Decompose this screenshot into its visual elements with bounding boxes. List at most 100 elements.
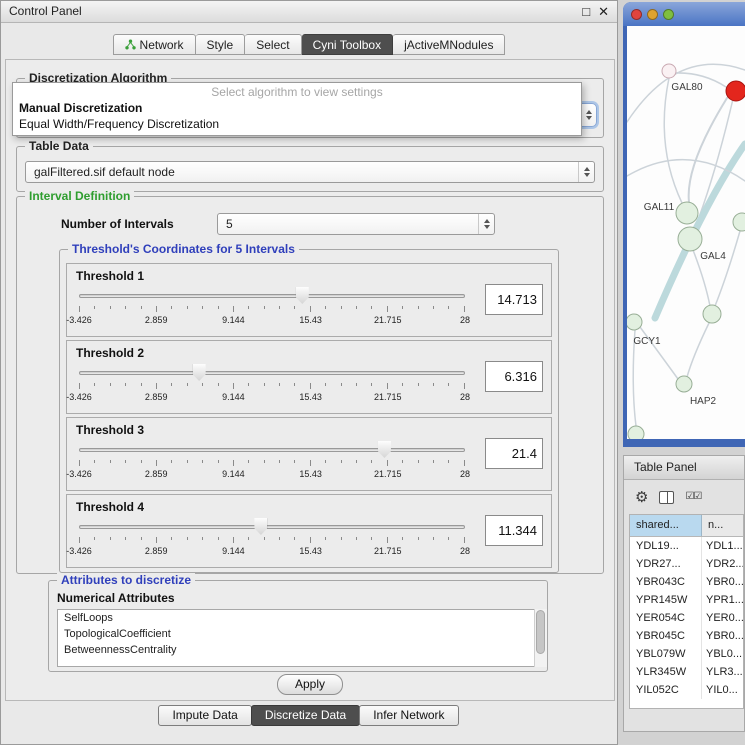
network-node[interactable] (678, 227, 702, 251)
tick-mark (294, 537, 295, 540)
table-row[interactable]: YDL19...YDL1... (630, 537, 743, 555)
tab-network[interactable]: Network (113, 34, 196, 55)
tab-style[interactable]: Style (196, 34, 246, 55)
apply-button[interactable]: Apply (277, 674, 343, 695)
network-node[interactable] (628, 426, 644, 439)
tick-mark (279, 537, 280, 540)
table-data-combobox-value: galFiltered.sif default node (34, 165, 175, 179)
tick-mark (341, 537, 342, 540)
slider-track[interactable] (79, 294, 465, 298)
tick-mark (187, 537, 188, 540)
table-row[interactable]: YIL052CYIL0... (630, 681, 743, 699)
network-node[interactable] (726, 81, 745, 101)
gear-icon[interactable]: ⚙ (635, 490, 648, 505)
tick-mark (310, 460, 311, 466)
tick-mark (141, 383, 142, 386)
tick-mark (310, 537, 311, 543)
attribute-item[interactable]: SelfLoops (58, 610, 538, 626)
tab-jactivemnodules[interactable]: jActiveMNodules (393, 34, 505, 55)
table-row[interactable]: YLR345WYLR3... (630, 663, 743, 681)
bottom-tab-infer-network[interactable]: Infer Network (359, 705, 458, 726)
float-window-button[interactable]: □ (582, 5, 590, 19)
table-row[interactable]: YER054CYER0... (630, 609, 743, 627)
threshold-value-field[interactable]: 14.713 (485, 284, 543, 315)
network-edge (715, 231, 740, 306)
tick-mark (110, 306, 111, 309)
table-cell: YIL052C (630, 681, 702, 699)
minimize-button[interactable] (647, 9, 658, 20)
slider-thumb[interactable] (254, 518, 267, 535)
attribute-list-scrollbar[interactable] (534, 609, 547, 667)
table-row[interactable]: YBL079WYBL0... (630, 645, 743, 663)
threshold-value-field[interactable]: 11.344 (485, 515, 543, 546)
table-data-combobox[interactable]: galFiltered.sif default node (25, 161, 595, 183)
attributes-group: Attributes to discretize Numerical Attri… (48, 580, 548, 672)
tick-mark (371, 460, 372, 463)
tick-mark (156, 383, 157, 389)
tick-mark (218, 306, 219, 309)
slider-tick-labels: -3.4262.8599.14415.4321.71528 (79, 546, 465, 558)
close-button[interactable] (631, 9, 642, 20)
table-cell: YLR3... (702, 663, 743, 681)
threshold-value-field[interactable]: 21.4 (485, 438, 543, 469)
number-of-intervals-label: Number of Intervals (61, 217, 174, 231)
table-row[interactable]: YDR27...YDR2... (630, 555, 743, 573)
tick-mark (79, 537, 80, 543)
attribute-list: SelfLoopsTopologicalCoefficientBetweenne… (57, 609, 539, 667)
tick-mark (279, 306, 280, 309)
zoom-button[interactable] (663, 9, 674, 20)
threshold-label: Threshold 4 (76, 500, 144, 514)
slider-track[interactable] (79, 448, 465, 452)
network-node[interactable] (703, 305, 721, 323)
threshold-panel: Threshold 3-3.4262.8599.14415.4321.71528… (66, 417, 552, 491)
select-columns-icon[interactable]: ☑☑ (685, 492, 701, 502)
network-node[interactable] (662, 64, 676, 78)
tick-mark (433, 306, 434, 309)
slider-ticks (79, 383, 465, 389)
slider-thumb[interactable] (296, 287, 309, 304)
table-row[interactable]: YPR145WYPR1... (630, 591, 743, 609)
network-node[interactable] (733, 213, 745, 231)
table-row[interactable]: YBR045CYBR0... (630, 627, 743, 645)
network-node[interactable] (627, 314, 642, 330)
tick-mark (325, 460, 326, 463)
slider-track[interactable] (79, 371, 465, 375)
number-of-intervals-combobox[interactable]: 5 (217, 213, 495, 235)
close-window-button[interactable]: ✕ (598, 5, 609, 19)
thresholds-container: Threshold 1-3.4262.8599.14415.4321.71528… (60, 263, 558, 571)
bottom-tab-discretize-data[interactable]: Discretize Data (251, 705, 360, 726)
table-data-group: Table Data galFiltered.sif default node (16, 146, 604, 192)
table-cell: YDL19... (630, 537, 702, 555)
tick-mark (356, 306, 357, 309)
tab-cyni-toolbox[interactable]: Cyni Toolbox (302, 34, 393, 55)
slider-thumb[interactable] (193, 364, 206, 381)
group-legend: Threshold's Coordinates for 5 Intervals (68, 242, 299, 257)
tick-mark (156, 537, 157, 543)
table-rows: YDL19...YDL1...YDR27...YDR2...YBR043CYBR… (630, 537, 743, 699)
column-header-shared-name[interactable]: shared... (630, 515, 702, 536)
network-node[interactable] (676, 376, 692, 392)
tick-mark (248, 383, 249, 386)
dropdown-option-equal-width-frequency[interactable]: Equal Width/Frequency Discretization (13, 115, 581, 131)
bottom-tab-impute-data[interactable]: Impute Data (158, 705, 251, 726)
slider-ticks (79, 306, 465, 312)
table-row[interactable]: YBR043CYBR0... (630, 573, 743, 591)
column-header-name[interactable]: n... (702, 515, 743, 536)
threshold-value-field[interactable]: 6.316 (485, 361, 543, 392)
scrollbar-thumb[interactable] (536, 610, 545, 654)
dropdown-option-manual-discretization[interactable]: Manual Discretization (13, 99, 581, 115)
network-node[interactable] (676, 202, 698, 224)
table-cell: YDL1... (702, 537, 743, 555)
network-canvas[interactable]: GAL80GAL11GAL4GCY1HAP2 (627, 26, 745, 439)
tab-select[interactable]: Select (245, 34, 301, 55)
slider-thumb[interactable] (378, 441, 391, 458)
tick-label: -3.426 (66, 546, 92, 556)
table-cell: YER0... (702, 609, 743, 627)
attribute-item[interactable]: TopologicalCoefficient (58, 626, 538, 642)
columns-icon[interactable] (659, 491, 674, 504)
tick-mark (125, 460, 126, 463)
slider-track[interactable] (79, 525, 465, 529)
numerical-attributes-label: Numerical Attributes (57, 591, 175, 605)
tick-mark (94, 306, 95, 309)
attribute-item[interactable]: BetweennessCentrality (58, 642, 538, 658)
